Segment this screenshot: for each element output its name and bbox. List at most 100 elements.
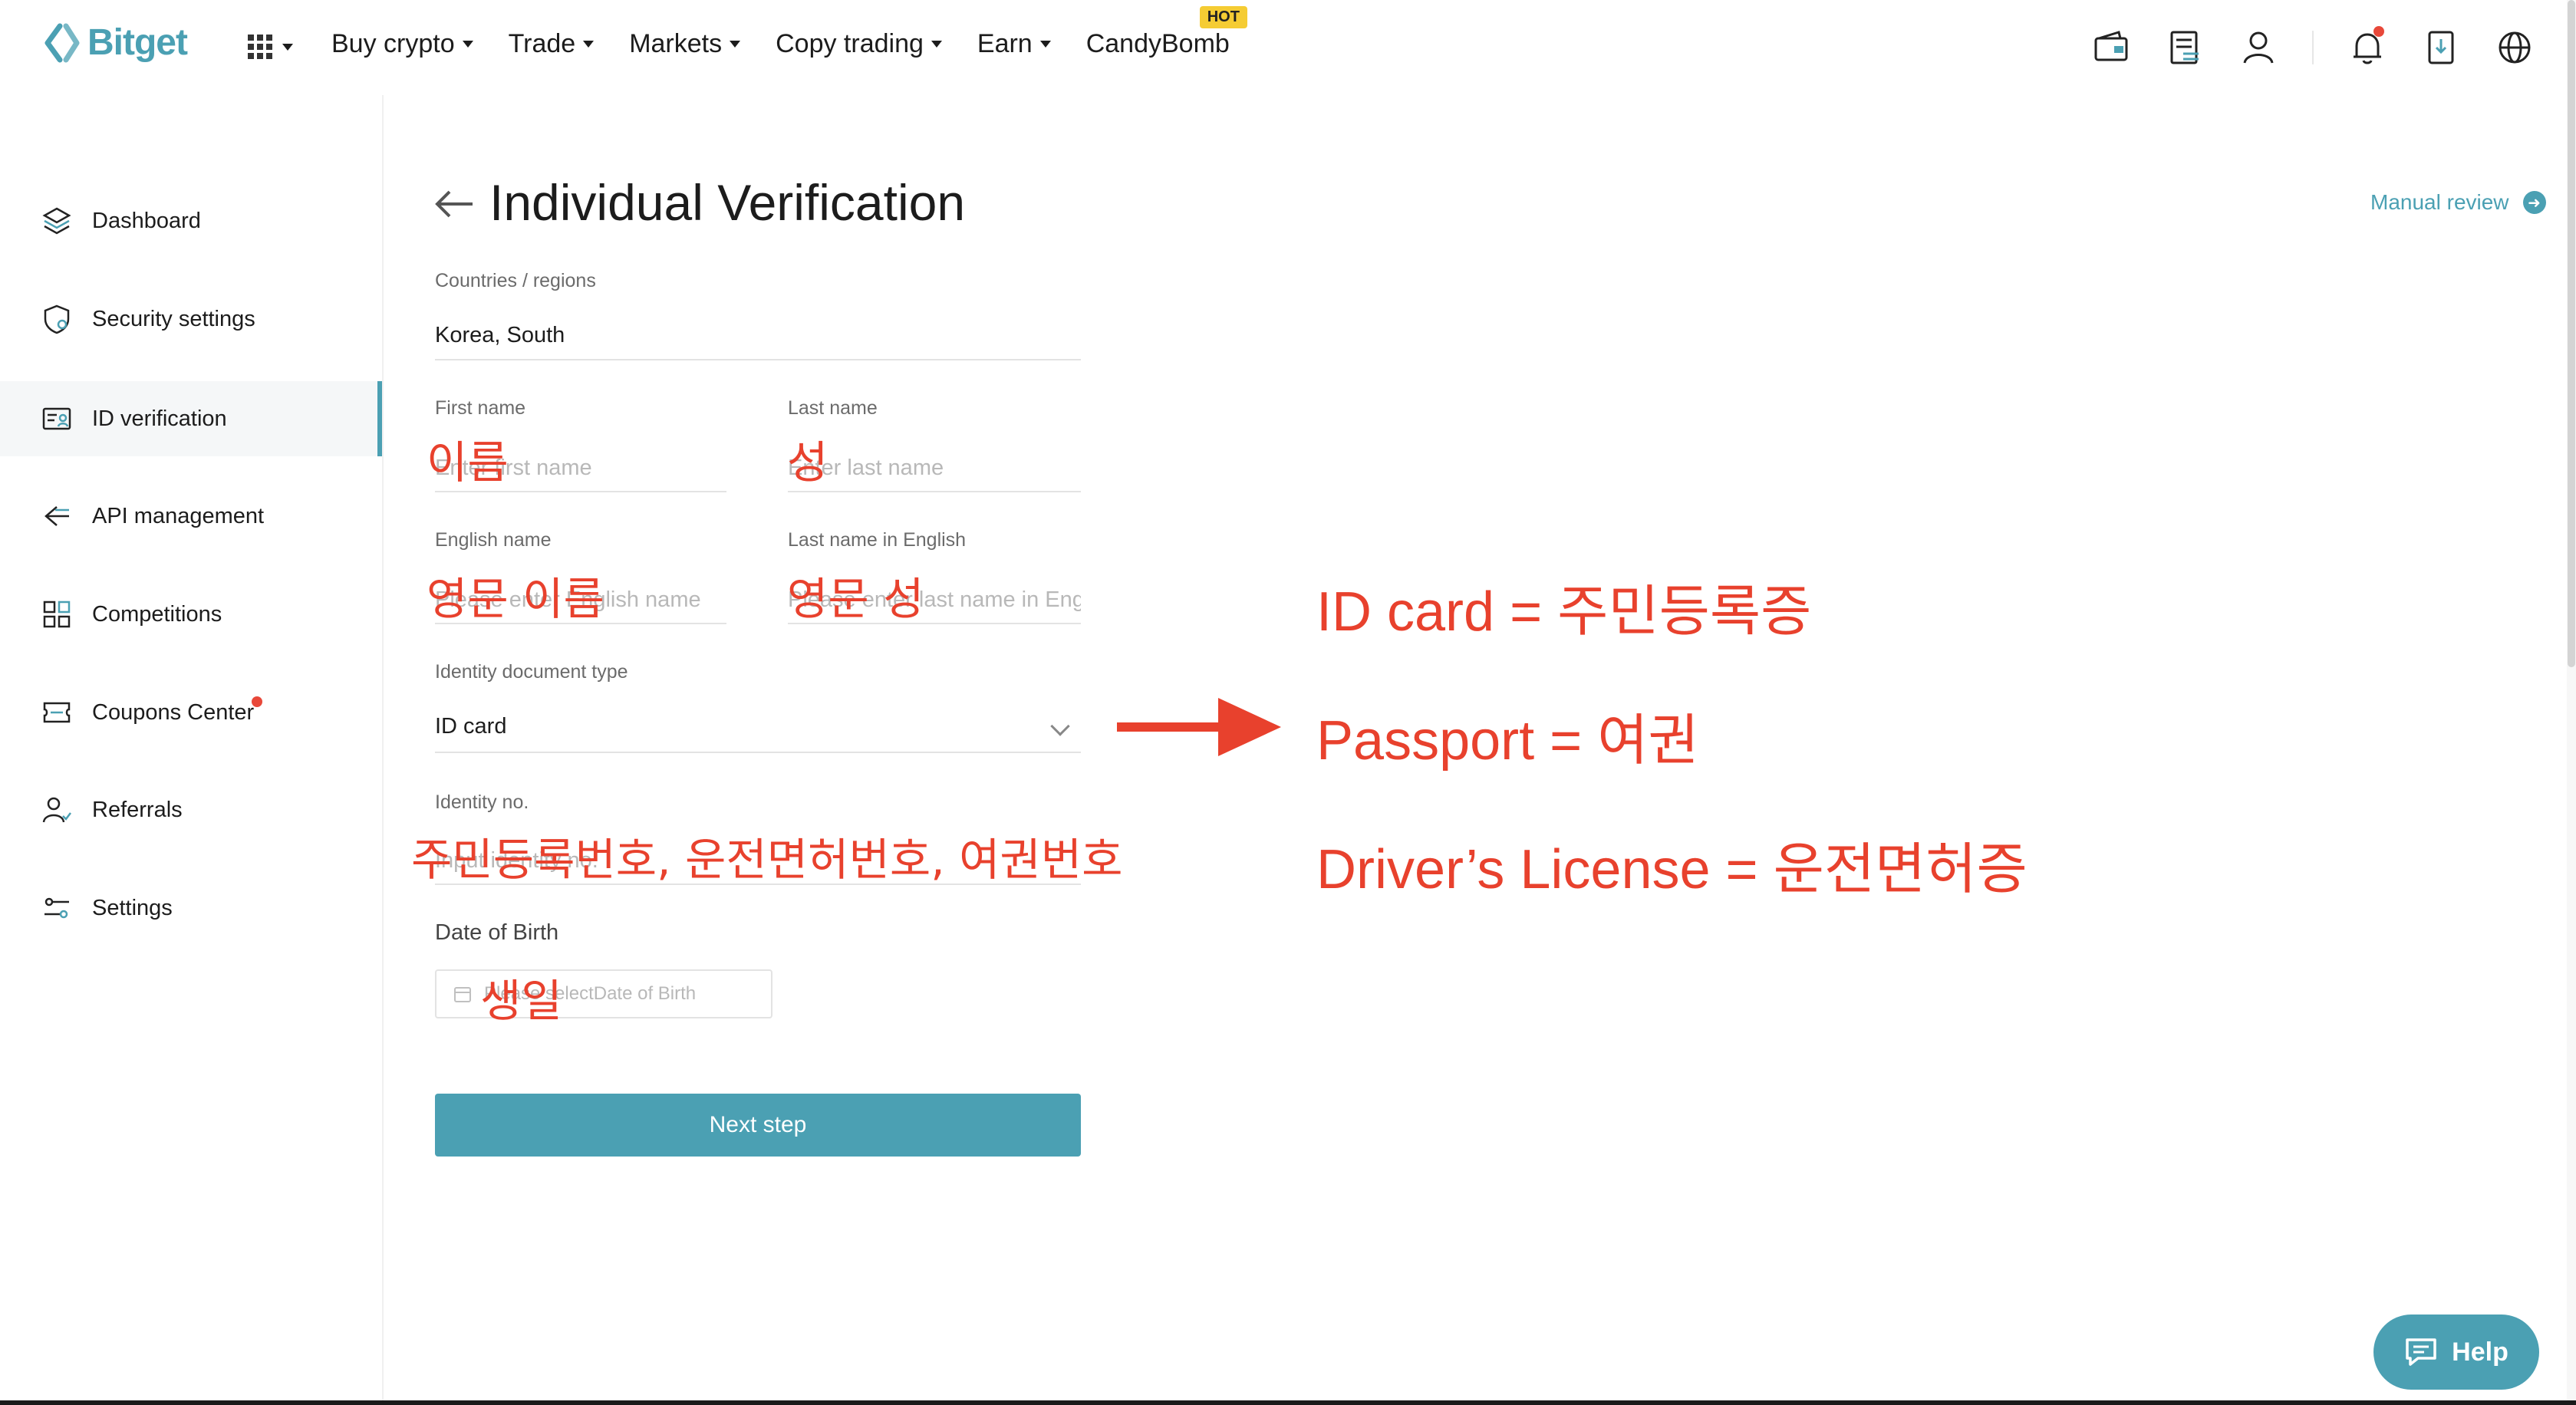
annotation-dob: 생일 <box>480 975 562 1027</box>
nav-item-label: Buy crypto <box>331 29 455 58</box>
shield-icon <box>44 304 70 334</box>
annotation-last-name-en: 영문 성 <box>787 573 924 625</box>
last-name-input[interactable] <box>788 455 1081 481</box>
annotation-english-name: 영문 이름 <box>427 573 604 625</box>
sidebar-item-label: API management <box>92 503 265 528</box>
sidebar-item-dashboard[interactable]: Dashboard <box>0 183 382 258</box>
sidebar-item-coupons-center[interactable]: Coupons Center <box>0 675 382 750</box>
sidebar-item-referrals[interactable]: Referrals <box>0 772 382 847</box>
layers-icon <box>42 207 71 235</box>
sidebar-item-label: Settings <box>92 895 173 920</box>
chevron-down-icon <box>462 41 473 48</box>
annotation-last-name: 성 <box>787 436 828 489</box>
nav-item-label: Markets <box>629 29 723 58</box>
wallet-button[interactable] <box>2091 28 2131 67</box>
wallet-icon <box>2094 31 2128 61</box>
nav-buy-crypto[interactable]: Buy crypto <box>331 29 473 59</box>
manual-review-link[interactable]: Manual review ➜ <box>2370 190 2546 215</box>
nav-copy-trading[interactable]: Copy trading <box>776 29 942 59</box>
apps-grid-icon <box>248 35 272 59</box>
nav-earn[interactable]: Earn <box>977 29 1051 59</box>
english-name-label: English name <box>435 529 552 551</box>
sidebar-item-id-verification[interactable]: ID verification <box>0 381 382 456</box>
sidebar-item-label: Dashboard <box>92 208 201 233</box>
header-actions <box>2091 26 2535 67</box>
country-value: Korea, South <box>435 322 565 347</box>
sidebar-item-label: Coupons Center <box>92 699 255 725</box>
last-name-field[interactable] <box>788 445 1081 492</box>
arrow-right-circle-icon: ➜ <box>2522 191 2546 214</box>
country-label: Countries / regions <box>435 270 596 291</box>
country-field[interactable]: Korea, South <box>435 311 1081 360</box>
user-icon <box>2243 31 2274 64</box>
doc-type-select[interactable]: ID card <box>435 701 1081 753</box>
help-label: Help <box>2452 1337 2508 1367</box>
apps-menu-button[interactable] <box>247 34 293 60</box>
last-name-label: Last name <box>788 397 878 419</box>
chevron-down-icon <box>282 43 293 51</box>
account-button[interactable] <box>2238 28 2278 67</box>
hot-badge: HOT <box>1199 6 1247 28</box>
globe-icon <box>2499 31 2531 64</box>
sidebar-item-label: ID verification <box>92 406 227 431</box>
chevron-down-icon <box>730 41 741 48</box>
notification-dot <box>2373 26 2384 37</box>
window-bottom-edge <box>0 1400 2576 1405</box>
nav-item-label: Copy trading <box>776 29 924 58</box>
language-button[interactable] <box>2495 28 2535 67</box>
help-button[interactable]: Help <box>2373 1315 2539 1390</box>
bitget-logo[interactable]: Bitget <box>43 21 188 64</box>
back-arrow-icon[interactable] <box>434 189 476 219</box>
sidebar-item-api-management[interactable]: API management <box>0 479 382 554</box>
brand-name: Bitget <box>87 22 188 63</box>
sliders-icon <box>44 897 69 919</box>
download-button[interactable] <box>2421 28 2461 67</box>
notifications-button[interactable] <box>2347 26 2387 67</box>
nav-item-label: Earn <box>977 29 1033 58</box>
sidebar-item-settings[interactable]: Settings <box>0 870 382 946</box>
doc-type-label: Identity document type <box>435 661 628 683</box>
nav-markets[interactable]: Markets <box>629 29 741 59</box>
doc-type-value: ID card <box>435 713 507 739</box>
next-step-button[interactable]: Next step <box>435 1094 1081 1157</box>
api-icon <box>44 506 69 526</box>
identity-no-label: Identity no. <box>435 791 529 813</box>
notification-dot <box>252 696 262 707</box>
bitget-logo-icon <box>44 23 80 62</box>
nav-trade[interactable]: Trade <box>509 29 595 59</box>
annotation-identity-no: 주민등록번호, 운전면허번호, 여권번호 <box>411 834 1123 886</box>
chevron-down-icon <box>931 41 942 48</box>
orders-button[interactable] <box>2165 28 2205 67</box>
download-icon <box>2428 31 2454 64</box>
chevron-down-icon <box>1050 716 1070 736</box>
sidebar-item-competitions[interactable]: Competitions <box>0 577 382 652</box>
main-nav: Buy crypto Trade Markets Copy trading Ea… <box>331 6 1247 59</box>
nav-item-label: Trade <box>508 29 576 58</box>
sidebar-item-label: Competitions <box>92 601 222 627</box>
nav-candybomb[interactable]: CandyBomb HOT <box>1085 6 1247 59</box>
sidebar: Dashboard Security settings ID verificat… <box>0 95 384 1405</box>
dob-label: Date of Birth <box>435 920 559 945</box>
sidebar-item-label: Security settings <box>92 306 255 331</box>
page-scrollbar[interactable] <box>2567 0 2576 1405</box>
orders-icon <box>2170 31 2199 64</box>
annotation-passport: Passport = 여권 <box>1316 710 1699 772</box>
last-name-en-label: Last name in English <box>788 529 967 551</box>
sidebar-item-security[interactable]: Security settings <box>0 281 382 357</box>
annotation-license: Driver’s License = 운전면허증 <box>1316 839 2028 900</box>
header-divider <box>2312 31 2314 64</box>
top-navigation-bar: Bitget Buy crypto Trade Markets Copy tra… <box>0 0 2576 95</box>
id-card-icon <box>42 407 71 430</box>
coupon-icon <box>43 702 71 723</box>
manual-review-label: Manual review <box>2370 190 2509 214</box>
page-title: Individual Verification <box>489 174 966 231</box>
referrals-icon <box>42 797 71 823</box>
nav-item-label: CandyBomb <box>1085 29 1230 58</box>
red-arrow-icon <box>1117 698 1281 756</box>
annotation-first-name: 이름 <box>427 436 509 489</box>
annotation-id-card: ID card = 주민등록증 <box>1316 581 1812 643</box>
scrollbar-thumb[interactable] <box>2568 0 2575 667</box>
chevron-down-icon <box>1039 41 1051 48</box>
first-name-label: First name <box>435 397 526 419</box>
chat-icon <box>2406 1338 2436 1366</box>
